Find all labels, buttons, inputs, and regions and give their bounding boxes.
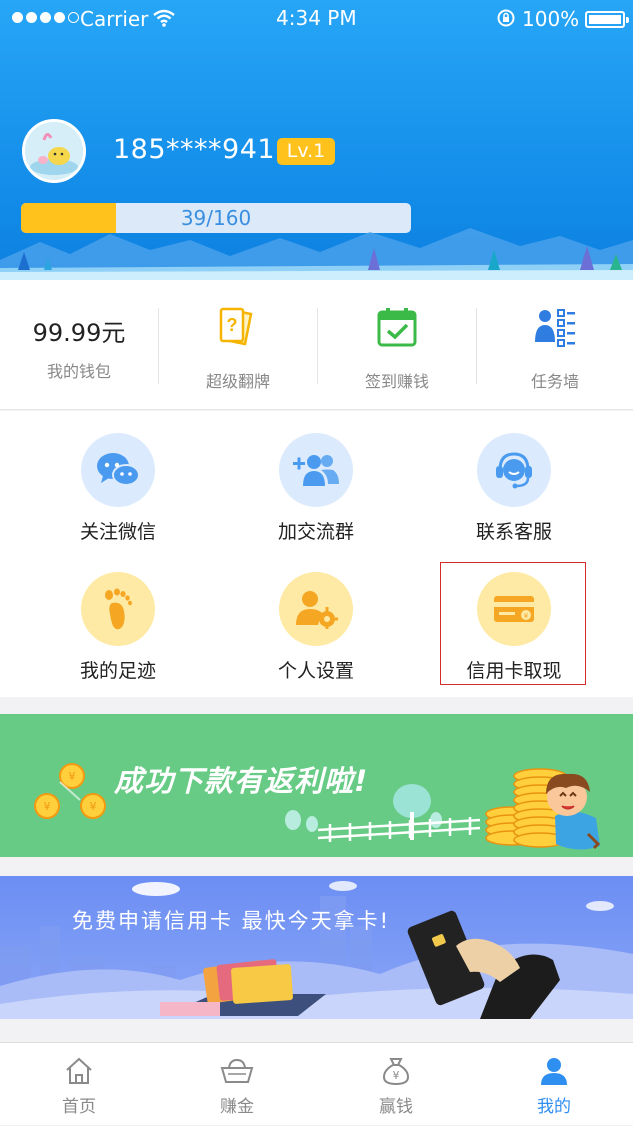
svg-text:¥: ¥ — [90, 800, 97, 813]
rotation-lock-icon — [497, 9, 515, 27]
join-group-icon-bg — [279, 433, 353, 507]
add-group-icon — [293, 455, 339, 486]
credit-card-slogan: 免费申请信用卡 最快今天拿卡! — [72, 909, 391, 933]
tab-home-label: 首页 — [62, 1097, 96, 1117]
clock: 4:34 PM — [276, 6, 357, 30]
tab-earn-gold-label: 赚金 — [220, 1097, 254, 1117]
task-wall-button[interactable]: 任务墙 — [477, 280, 633, 410]
customer-service-button[interactable]: 联系客服 — [434, 433, 594, 544]
home-icon — [66, 1057, 92, 1084]
profile-header: Carrier 4:34 PM 100% 185****9418 Lv.1 39… — [0, 0, 633, 280]
cashback-slogan: 成功下款有返利啦! — [114, 764, 369, 798]
join-group-label: 加交流群 — [277, 521, 354, 543]
money-bag-icon: ¥ — [382, 1058, 410, 1086]
svg-text:?: ? — [227, 315, 238, 335]
customer-service-label: 联系客服 — [475, 521, 552, 543]
credit-card-banner[interactable] — [0, 876, 633, 1019]
wallet-label: 我的钱包 — [46, 362, 111, 381]
footprint-icon-bg — [81, 572, 155, 646]
personal-settings-icon-bg — [279, 572, 353, 646]
user-phone: 185****9418 — [113, 134, 293, 165]
super-flip-button[interactable]: ? 超级翻牌 — [159, 280, 317, 410]
footprint-button[interactable]: 我的足迹 — [38, 572, 198, 683]
tab-mine[interactable]: 我的 — [475, 1043, 633, 1126]
footprint-icon — [105, 588, 132, 630]
customer-service-icon-bg — [477, 433, 551, 507]
tab-win-money-label: 赢钱 — [379, 1097, 413, 1117]
tab-home[interactable]: 首页 — [0, 1043, 158, 1126]
checkin-button[interactable]: 签到赚钱 — [318, 280, 476, 410]
signal-strength-icon — [12, 12, 79, 23]
svg-text:¥: ¥ — [69, 770, 76, 783]
gold-ingot-icon — [220, 1058, 254, 1083]
checkin-label: 签到赚钱 — [364, 372, 429, 391]
wallet-button[interactable]: 99.99元 我的钱包 — [0, 280, 158, 410]
tab-earn-gold[interactable]: 赚金 — [158, 1043, 316, 1126]
credit-card-illustration — [0, 881, 633, 1019]
join-group-button[interactable]: 加交流群 — [236, 433, 396, 544]
status-bar: Carrier 4:34 PM 100% — [0, 0, 633, 38]
calendar-check-icon — [377, 308, 417, 347]
follow-wechat-button[interactable]: 关注微信 — [38, 433, 198, 544]
follow-wechat-icon-bg — [81, 433, 155, 507]
quick-actions-row: 99.99元 我的钱包 ? 超级翻牌 签到赚钱 任务墙 — [0, 280, 633, 410]
wechat-icon — [97, 453, 140, 486]
svg-text:¥: ¥ — [393, 1069, 400, 1082]
task-list-icon — [535, 309, 575, 347]
svg-text:¥: ¥ — [44, 800, 51, 813]
follow-wechat-label: 关注微信 — [79, 521, 156, 543]
personal-settings-button[interactable]: 个人设置 — [236, 572, 396, 683]
battery-percent: 100% — [522, 7, 580, 31]
personal-settings-label: 个人设置 — [277, 660, 354, 682]
wallet-balance: 99.99元 — [32, 319, 126, 347]
avatar-image — [25, 122, 83, 180]
flip-card-icon: ? — [219, 307, 253, 346]
selection-highlight — [440, 562, 586, 685]
carrier-name: Carrier — [80, 7, 149, 31]
super-flip-label: 超级翻牌 — [205, 372, 270, 391]
profile-icon — [541, 1058, 567, 1085]
task-wall-label: 任务墙 — [530, 372, 579, 391]
bottom-tab-bar: 首页 赚金 ¥ 赢钱 我的 — [0, 1042, 633, 1125]
level-badge: Lv.1 — [277, 138, 335, 165]
wifi-icon — [153, 9, 175, 27]
tab-mine-label: 我的 — [537, 1097, 571, 1117]
user-settings-icon — [296, 591, 338, 629]
avatar[interactable] — [22, 119, 86, 183]
tab-win-money[interactable]: ¥ 赢钱 — [317, 1043, 475, 1126]
header-scenery — [0, 228, 633, 280]
customer-service-icon — [496, 452, 532, 489]
battery-icon — [585, 11, 629, 28]
footprint-label: 我的足迹 — [79, 660, 156, 682]
